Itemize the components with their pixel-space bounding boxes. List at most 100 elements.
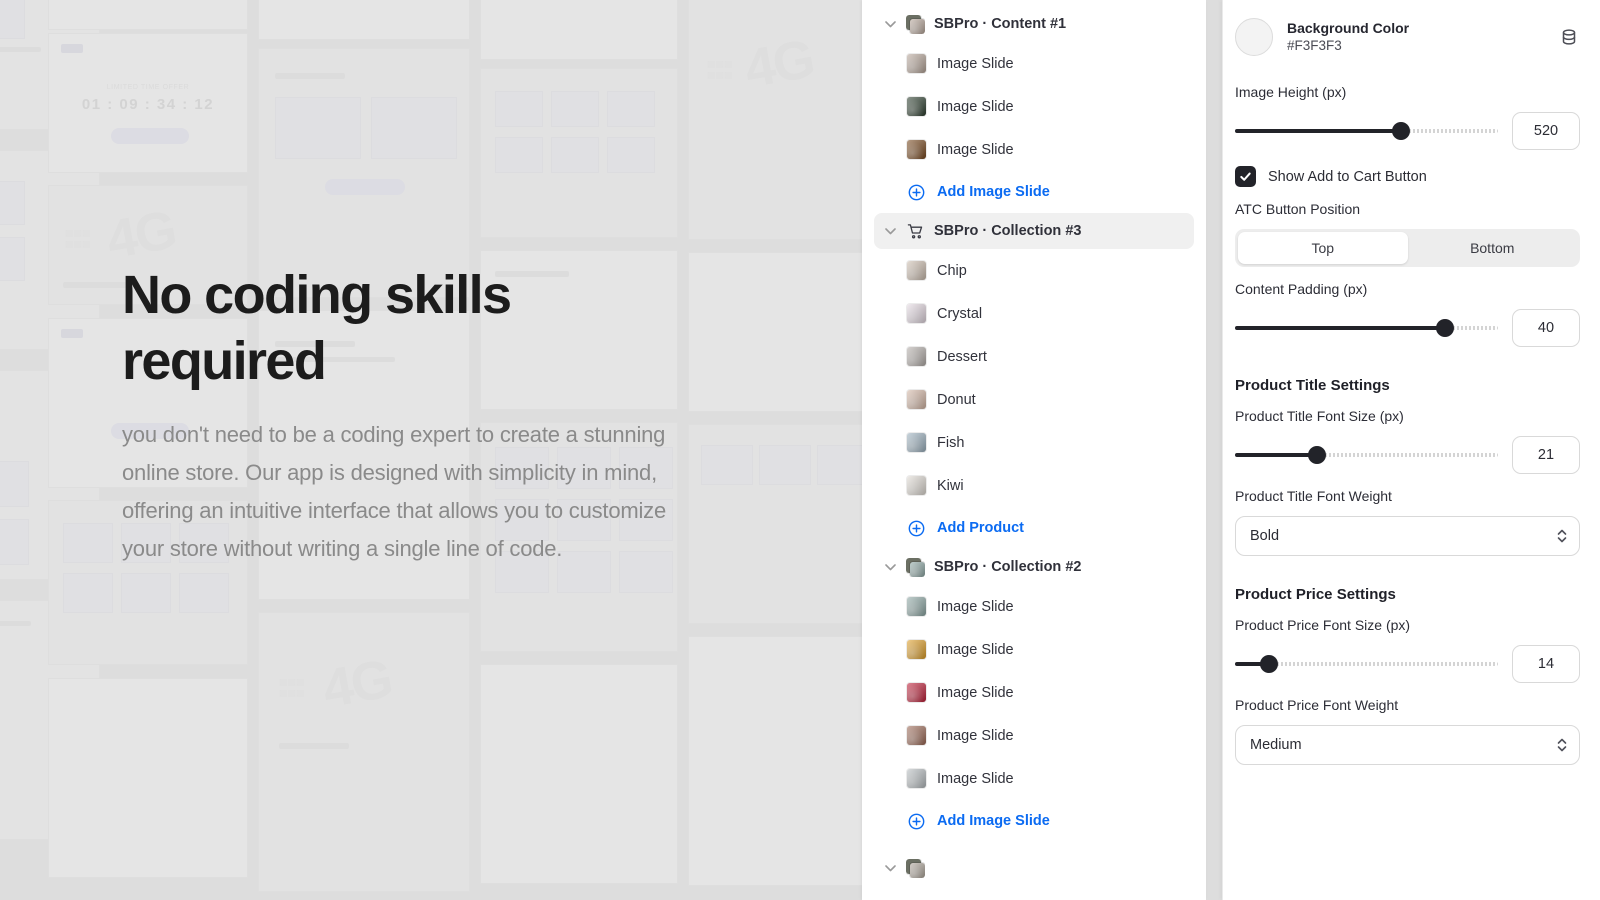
settings-panel[interactable]: Background Color #F3F3F3 Image Height (p…: [1222, 0, 1600, 900]
tree-child-label: Kiwi: [937, 477, 964, 494]
chevron-down-icon[interactable]: [882, 16, 898, 32]
background-color-value: #F3F3F3: [1287, 38, 1342, 53]
tree-child-label: Image Slide: [937, 641, 1014, 658]
layer-tree-panel[interactable]: SBPro · Content #1 Image Slide Image Slide…: [862, 0, 1206, 900]
product-title-font-size-control[interactable]: [1235, 436, 1580, 474]
tree-child-item[interactable]: Image Slide: [862, 42, 1206, 85]
product-price-font-size-label: Product Price Font Size (px): [1235, 617, 1411, 633]
tree-child-label: Image Slide: [937, 598, 1014, 615]
product-price-font-size-input[interactable]: [1512, 645, 1580, 683]
tree-child-item[interactable]: Dessert: [862, 335, 1206, 378]
layer-tree-list: SBPro · Content #1 Image Slide Image Slide…: [862, 0, 1206, 886]
atc-button-position-label: ATC Button Position: [1235, 201, 1361, 217]
tree-group-header[interactable]: SBPro · Collection #3: [874, 213, 1194, 249]
tree-add-label: Add Product: [937, 520, 1024, 536]
image-height-slider[interactable]: [1235, 120, 1498, 142]
tree-child-label: Crystal: [937, 305, 983, 322]
chevron-down-icon[interactable]: [882, 559, 898, 575]
tree-child-label: Donut: [937, 391, 976, 408]
photo-stack-icon: [906, 14, 925, 34]
item-thumbnail-icon: [907, 769, 926, 788]
item-thumbnail-icon: [907, 347, 926, 366]
database-icon[interactable]: [1558, 26, 1580, 48]
product-price-font-size-control[interactable]: [1235, 645, 1580, 683]
tree-child-label: Dessert: [937, 348, 987, 365]
photo-stack-icon: [906, 557, 925, 577]
tree-child-item[interactable]: Image Slide: [862, 714, 1206, 757]
product-title-font-size-input[interactable]: [1512, 436, 1580, 474]
tree-group-header[interactable]: SBPro · Collection #2: [874, 549, 1194, 585]
tree-child-item[interactable]: Image Slide: [862, 128, 1206, 171]
product-title-section-heading: Product Title Settings: [1235, 377, 1390, 394]
item-thumbnail-icon: [907, 261, 926, 280]
atc-position-option-top[interactable]: Top: [1238, 232, 1408, 264]
item-thumbnail-icon: [907, 390, 926, 409]
tree-group-label: SBPro · Collection #3: [934, 223, 1082, 239]
product-title-font-weight-select[interactable]: Bold: [1235, 516, 1580, 556]
tree-child-label: Image Slide: [937, 98, 1014, 115]
tree-add-button[interactable]: Add Image Slide: [862, 171, 1206, 213]
checkbox-icon[interactable]: [1235, 166, 1256, 187]
item-thumbnail-icon: [907, 683, 926, 702]
item-thumbnail-icon: [907, 476, 926, 495]
item-thumbnail-icon: [907, 140, 926, 159]
tree-child-label: Chip: [937, 262, 967, 279]
background-color-text: Background Color #F3F3F3: [1287, 19, 1558, 55]
product-title-font-weight-label: Product Title Font Weight: [1235, 488, 1392, 504]
tree-child-item[interactable]: Image Slide: [862, 585, 1206, 628]
tree-child-label: Image Slide: [937, 141, 1014, 158]
product-price-font-weight-control[interactable]: Medium: [1235, 725, 1580, 765]
hero-section: No coding skills required you don't need…: [122, 262, 682, 568]
image-height-label: Image Height (px): [1235, 84, 1347, 100]
item-thumbnail-icon: [907, 597, 926, 616]
tree-child-item[interactable]: Image Slide: [862, 671, 1206, 714]
product-price-font-size-slider[interactable]: [1235, 653, 1498, 675]
tree-child-item[interactable]: Chip: [862, 249, 1206, 292]
product-title-font-weight-control[interactable]: Bold: [1235, 516, 1580, 556]
tree-add-button[interactable]: Add Image Slide: [862, 800, 1206, 842]
content-padding-input[interactable]: [1512, 309, 1580, 347]
tree-group-label: SBPro · Content #1: [934, 16, 1067, 32]
image-height-input[interactable]: [1512, 112, 1580, 150]
color-swatch[interactable]: [1235, 18, 1273, 56]
atc-position-option-bottom[interactable]: Bottom: [1408, 232, 1578, 264]
app-root: LIMITED TIME OFFER 01 : 09 : 34 : 12 ▤▤▤…: [0, 0, 1600, 900]
tree-child-item[interactable]: Donut: [862, 378, 1206, 421]
tree-add-label: Add Image Slide: [937, 184, 1050, 200]
tree-child-item[interactable]: Image Slide: [862, 757, 1206, 800]
chevron-updown-icon: [1556, 736, 1568, 754]
tree-child-label: Image Slide: [937, 684, 1014, 701]
content-padding-control[interactable]: [1235, 309, 1580, 347]
show-add-to-cart-row[interactable]: Show Add to Cart Button: [1235, 166, 1580, 187]
show-add-to-cart-label: Show Add to Cart Button: [1268, 168, 1427, 185]
tree-group-header[interactable]: SBPro · Content #1: [874, 6, 1194, 42]
tree-group-header-partial[interactable]: [874, 850, 1194, 886]
item-thumbnail-icon: [907, 97, 926, 116]
tree-child-item[interactable]: Image Slide: [862, 628, 1206, 671]
chevron-down-icon[interactable]: [882, 223, 898, 239]
chevron-updown-icon: [1556, 527, 1568, 545]
product-price-section-heading: Product Price Settings: [1235, 586, 1396, 603]
chevron-down-icon[interactable]: [882, 860, 898, 876]
atc-button-position-segmented[interactable]: Top Bottom: [1235, 229, 1580, 267]
background-color-row[interactable]: Background Color #F3F3F3: [1235, 12, 1580, 70]
product-price-font-weight-label: Product Price Font Weight: [1235, 697, 1399, 713]
item-thumbnail-icon: [907, 640, 926, 659]
product-title-font-size-slider[interactable]: [1235, 444, 1498, 466]
tree-child-label: Image Slide: [937, 770, 1014, 787]
hero-description: you don't need to be a coding expert to …: [122, 422, 667, 561]
tree-child-item[interactable]: Crystal: [862, 292, 1206, 335]
tree-child-label: Image Slide: [937, 727, 1014, 744]
content-padding-slider[interactable]: [1235, 317, 1498, 339]
plus-circle-icon: [907, 519, 926, 538]
product-price-font-weight-select[interactable]: Medium: [1235, 725, 1580, 765]
tree-child-item[interactable]: Image Slide: [862, 85, 1206, 128]
tree-child-item[interactable]: Fish: [862, 421, 1206, 464]
tree-child-item[interactable]: Kiwi: [862, 464, 1206, 507]
image-height-control[interactable]: [1235, 112, 1580, 150]
photo-stack-icon: [906, 858, 925, 878]
shopping-cart-icon: [906, 222, 925, 241]
product-title-font-size-label: Product Title Font Size (px): [1235, 408, 1404, 424]
tree-child-label: Fish: [937, 434, 965, 451]
tree-add-button[interactable]: Add Product: [862, 507, 1206, 549]
